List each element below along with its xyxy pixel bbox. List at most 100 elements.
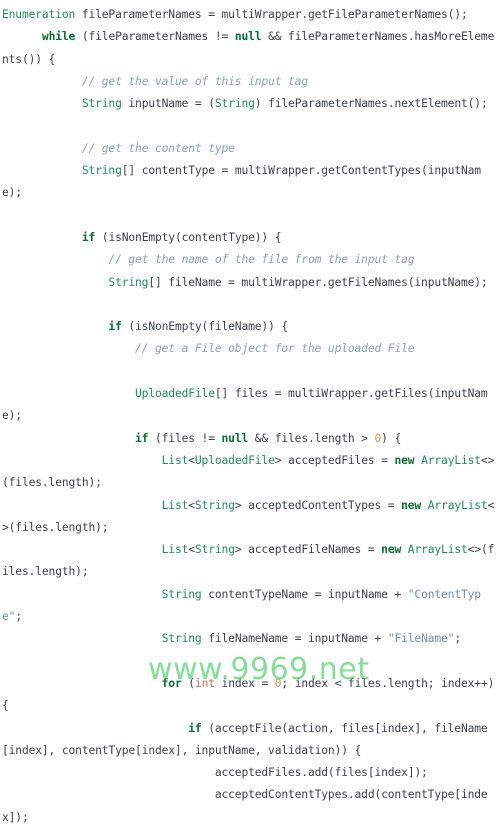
code-token-plain: > acceptedFileNames = <box>234 543 382 557</box>
code-line: UploadedFile[] files = multiWrapper.getF… <box>2 387 488 422</box>
code-token-kw: while <box>41 30 76 44</box>
code-token-kw: new <box>401 498 422 512</box>
code-token-cmt: // get a File object for the uploaded Fi… <box>135 342 415 356</box>
code-token-type: String <box>81 97 122 111</box>
code-token-plain: < <box>188 453 195 467</box>
code-line: for (int index = 0; index < files.length… <box>2 677 500 712</box>
code-token-plain: inputName = ( <box>121 97 215 111</box>
code-line: String fileNameName = inputName + "FileN… <box>2 632 461 645</box>
code-token-type: List <box>161 543 189 557</box>
code-line: String[] fileName = multiWrapper.getFile… <box>2 275 488 289</box>
code-line: while (fileParameterNames != null && fil… <box>2 30 494 65</box>
code-token-type: String <box>161 632 202 646</box>
code-token-plain: fileParameterNames = multiWrapper.getFil… <box>75 8 468 21</box>
code-token-plain: > acceptedContentTypes = <box>234 498 402 512</box>
code-line: acceptedContentTypes.add(contentType[ind… <box>2 788 488 823</box>
code-token-type: ArrayList <box>427 498 488 512</box>
code-token-type: String <box>81 164 122 178</box>
code-token-type: ArrayList <box>421 453 481 467</box>
code-token-plain: (isNonEmpty(fileName)) { <box>121 320 289 334</box>
code-token-plain: && files.length > <box>248 431 375 445</box>
code-token-plain: ; <box>15 610 22 624</box>
code-line: List<UploadedFile> acceptedFiles = new A… <box>2 454 494 489</box>
code-token-kw: new <box>394 453 415 467</box>
code-token-plain: ( <box>181 676 195 690</box>
code-token-type: String <box>108 275 149 289</box>
code-line: String inputName = (String) fileParamete… <box>2 97 488 110</box>
code-token-type: String <box>161 587 202 601</box>
code-line: // get a File object for the uploaded Fi… <box>2 342 415 356</box>
code-line: String contentTypeName = inputName + "Co… <box>2 588 481 623</box>
code-token-kw: null <box>234 30 262 44</box>
code-line: // get the value of this input tag <box>2 75 308 88</box>
code-token-type: String <box>194 543 235 557</box>
code-token-plain: < <box>188 498 195 512</box>
code-line: String[] contentType = multiWrapper.getC… <box>2 164 481 199</box>
code-token-cmt: // get the name of the file from the inp… <box>108 253 415 267</box>
code-token-plain: ) { <box>381 431 402 445</box>
code-token-type: String <box>194 498 235 512</box>
code-line: if (files != null && files.length > 0) { <box>2 432 401 445</box>
code-line: // get the name of the file from the inp… <box>2 253 414 266</box>
code-token-type: String <box>214 97 255 111</box>
code-snippet-surface: Enumeration fileParameterNames = multiWr… <box>0 0 500 824</box>
code-token-plain: (files != <box>148 431 222 445</box>
code-block: Enumeration fileParameterNames = multiWr… <box>0 4 500 829</box>
code-token-kw: if <box>135 431 149 445</box>
code-token-type: UploadedFile <box>135 387 215 401</box>
code-line: List<String> acceptedFileNames = new Arr… <box>2 543 494 578</box>
code-token-kw: if <box>108 320 122 334</box>
code-token-str: "FileName" <box>387 632 455 646</box>
code-token-kw: new <box>381 543 402 557</box>
code-token-plain: (isNonEmpty(contentType)) { <box>95 230 282 244</box>
code-token-plain: index = <box>214 676 275 690</box>
code-token-plain: [] fileName = multiWrapper.getFileNames(… <box>148 275 488 289</box>
code-line: Enumeration fileParameterNames = multiWr… <box>2 8 468 21</box>
code-line: acceptedFiles.add(files[index]); <box>2 766 428 779</box>
code-line: if (isNonEmpty(fileName)) { <box>2 320 288 333</box>
code-token-cmt: // get the content type <box>81 141 235 155</box>
code-token-plain: (fileParameterNames != <box>75 30 235 44</box>
code-token-type: UploadedFile <box>194 453 275 467</box>
code-token-plain: fileNameName = inputName + <box>201 632 388 646</box>
code-token-plain: ; <box>454 632 461 646</box>
code-token-plain: < <box>188 543 195 557</box>
code-token-plain: contentTypeName = inputName + <box>201 587 408 601</box>
code-token-plain: ) fileParameterNames.nextElement(); <box>254 97 488 111</box>
code-token-plain: > acceptedFiles = <box>274 453 395 467</box>
code-line: if (isNonEmpty(contentType)) { <box>2 230 282 244</box>
code-token-kw: if <box>188 721 202 735</box>
code-token-type: List <box>161 498 189 512</box>
code-line: // get the content type <box>2 142 235 155</box>
code-token-cmt: // get the value of this input tag <box>81 74 308 88</box>
code-token-kw: for <box>161 676 182 690</box>
code-token-kw: if <box>81 230 96 244</box>
code-line: if (acceptFile(action, files[index], fil… <box>2 722 488 757</box>
code-token-kw: null <box>221 431 249 445</box>
code-token-type: List <box>161 453 189 467</box>
code-token-type: Enumeration <box>2 8 76 21</box>
code-token-prim: int <box>194 676 215 690</box>
code-token-type: ArrayList <box>407 543 468 557</box>
